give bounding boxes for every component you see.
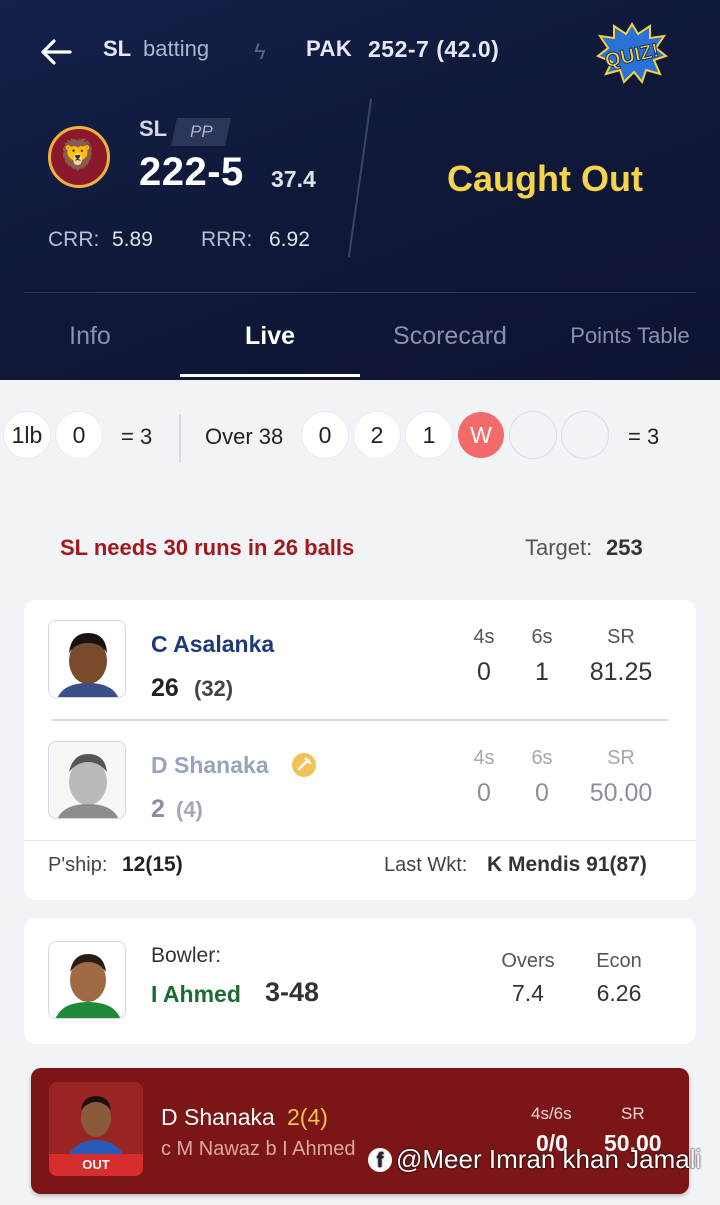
rrr-value: 6.92: [269, 228, 310, 251]
tab-bar: Info Live Scorecard Points Table: [0, 300, 720, 378]
opponent-code: PAK: [306, 36, 353, 61]
bowler-overs: 7.4: [512, 980, 544, 1006]
player-face-icon: [49, 742, 125, 818]
batter-1-sixes-label: 6s: [531, 626, 553, 648]
ball-5-empty: [510, 412, 556, 458]
innings-score: 222-5: [139, 150, 244, 194]
bowler-figures: 3-48: [265, 977, 320, 1007]
out-badge: OUT: [49, 1154, 143, 1176]
batter-1-runs: 26: [151, 674, 179, 702]
ball-prev-2: 0: [56, 412, 102, 458]
bolt-icon: ϟ: [254, 39, 266, 64]
ball-3: 1: [406, 412, 452, 458]
dismissed-player-name: D Shanaka: [161, 1104, 275, 1130]
batter-2-name[interactable]: D Shanaka: [151, 752, 269, 779]
partnership-divider: [24, 840, 696, 841]
dismissed-sr-label: SR: [621, 1104, 645, 1123]
tab-points-table[interactable]: Points Table: [540, 300, 720, 378]
tab-info[interactable]: Info: [0, 300, 180, 378]
bowler-overs-label: Overs: [501, 950, 555, 972]
batting-status: batting: [143, 36, 210, 61]
player-face-icon: [49, 621, 125, 697]
batter-1-sr-label: SR: [607, 626, 635, 648]
target-label: Target:: [525, 535, 593, 560]
prev-over-total: = 3: [121, 424, 153, 449]
batter-1-name[interactable]: C Asalanka: [151, 631, 274, 658]
last-wicket-label: Last Wkt:: [384, 854, 468, 876]
team-flag-icon: 🦁: [48, 126, 110, 188]
tab-scorecard[interactable]: Scorecard: [360, 300, 540, 378]
over-label: Over 38: [205, 424, 284, 449]
batter-2-sr-label: SR: [607, 747, 635, 769]
last-wicket-value: K Mendis 91(87): [487, 853, 647, 876]
batting-team-code: SL: [103, 36, 132, 61]
boundaries-label: 4s/6s: [531, 1104, 572, 1123]
watermark: f @Meer Imran khan Jamali: [368, 1144, 701, 1175]
bowler-econ: 6.26: [596, 980, 642, 1006]
bowler-avatar[interactable]: [48, 941, 126, 1019]
batter-1-balls: (32): [194, 676, 234, 701]
back-arrow-icon[interactable]: [36, 32, 76, 72]
batter-2-runs: 2: [151, 795, 165, 823]
match-header: SL batting ϟ PAK 252-7 (42.0) QUIZ! 🦁 SL…: [0, 0, 720, 380]
wicket-card[interactable]: OUT D Shanaka 2(4) c M Nawaz b I Ahmed 4…: [31, 1068, 689, 1194]
partnership-value: 12(15): [122, 853, 183, 876]
batter-2-sr: 50.00: [589, 779, 653, 807]
batter-1-sixes: 1: [535, 658, 549, 686]
batter-divider: [52, 719, 668, 721]
bowler-label: Bowler:: [151, 944, 222, 967]
event-text: Caught Out: [447, 158, 643, 199]
captain-badge-icon: [292, 753, 316, 777]
watermark-text: @Meer Imran khan Jamali: [396, 1144, 702, 1174]
dismissed-player-score: 2(4): [287, 1104, 328, 1130]
innings-team: SL: [139, 116, 168, 141]
dismissal-text: c M Nawaz b I Ahmed: [161, 1138, 356, 1160]
bowler-name[interactable]: I Ahmed: [151, 981, 241, 1008]
ball-by-ball-strip[interactable]: 1lb 0 = 3 Over 38 0 2 1 W = 3: [0, 400, 720, 470]
tab-live[interactable]: Live: [180, 300, 360, 378]
header-separator: [24, 292, 696, 293]
batters-card: C Asalanka 26 (32) 4s 6s SR 0 1 81.25 D …: [24, 600, 696, 900]
over-total: = 3: [628, 424, 660, 449]
batter-1-avatar[interactable]: [48, 620, 126, 698]
innings-overs: 37.4: [271, 166, 316, 192]
quiz-icon[interactable]: QUIZ!: [596, 22, 668, 84]
runs-needed-text: SL needs 30 runs in 26 balls: [60, 535, 355, 560]
bowler-econ-label: Econ: [596, 950, 642, 972]
bowler-card: Bowler: I Ahmed 3-48 Overs Econ 7.4 6.26: [24, 918, 696, 1044]
player-face-icon: [49, 942, 125, 1018]
ball-2: 2: [354, 412, 400, 458]
ball-4-wicket: W: [458, 412, 504, 458]
powerplay-badge: PP: [171, 118, 231, 146]
target-value: 253: [606, 535, 643, 560]
ball-6-empty: [562, 412, 608, 458]
ball-1: 0: [302, 412, 348, 458]
opponent-score: 252-7 (42.0): [368, 36, 500, 62]
batter-2-sixes-label: 6s: [531, 747, 553, 769]
dismissed-player-avatar: OUT: [49, 1082, 143, 1176]
facebook-icon: f: [368, 1148, 392, 1172]
partnership-label: P'ship:: [48, 854, 108, 876]
ball-prev-1: 1lb: [4, 412, 50, 458]
batter-2-sixes: 0: [535, 779, 549, 807]
batter-2-avatar[interactable]: [48, 741, 126, 819]
rrr-label: RRR:: [201, 228, 253, 251]
crr-label: CRR:: [48, 228, 100, 251]
over-separator: [179, 414, 181, 462]
batter-1-sr: 81.25: [589, 658, 653, 686]
batter-2-balls: (4): [176, 797, 203, 822]
crr-value: 5.89: [112, 228, 153, 251]
header-divider: [347, 98, 373, 258]
